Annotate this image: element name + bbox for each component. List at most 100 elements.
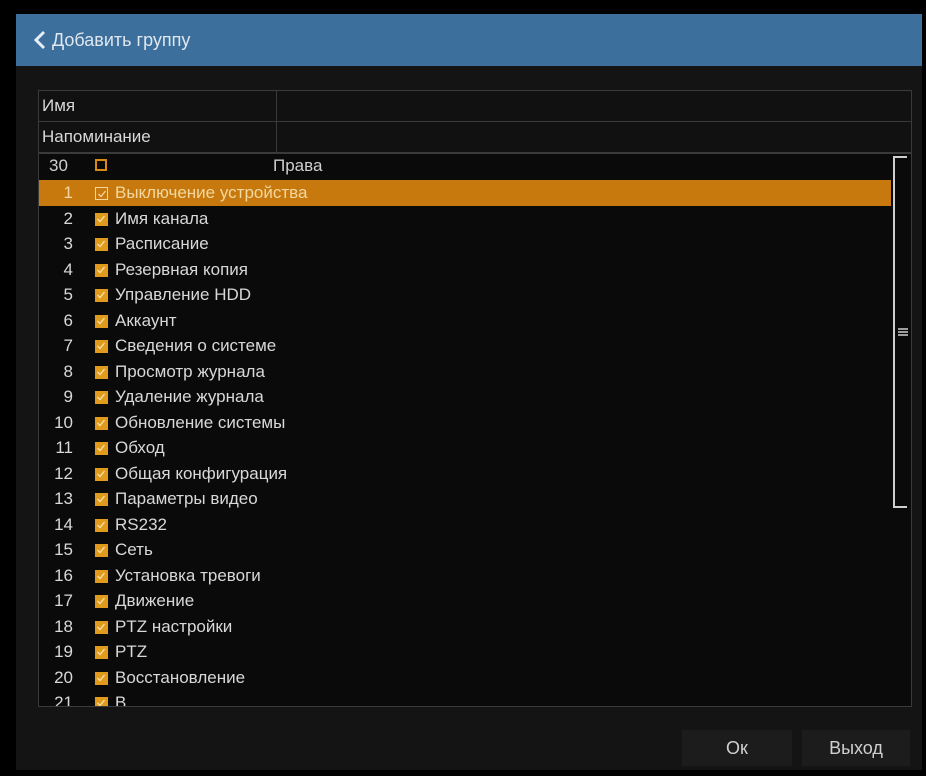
- check-icon: [97, 572, 106, 579]
- row-number: 15: [54, 540, 73, 559]
- permission-label: Имя канала: [115, 208, 209, 228]
- permission-row[interactable]: 17 Движение: [39, 588, 891, 614]
- permission-checkbox[interactable]: [95, 442, 108, 455]
- check-icon: [97, 597, 106, 605]
- permission-row[interactable]: 6 Аккаунт: [39, 308, 891, 334]
- name-field[interactable]: [277, 91, 911, 121]
- permission-row[interactable]: 20 Восстановление: [39, 665, 891, 691]
- check-icon: [97, 342, 106, 350]
- page-title: Добавить группу: [52, 29, 191, 50]
- permission-checkbox[interactable]: [95, 493, 108, 506]
- permission-row[interactable]: 3 Расписание: [39, 231, 891, 257]
- check-icon: [97, 266, 106, 273]
- row-number: 5: [63, 285, 73, 304]
- row-number: 2: [63, 208, 73, 228]
- permission-checkbox[interactable]: [95, 646, 108, 659]
- select-all-checkbox[interactable]: [95, 159, 107, 171]
- check-icon: [97, 240, 106, 248]
- permission-checkbox[interactable]: [95, 340, 108, 353]
- check-icon: [97, 470, 106, 477]
- permission-checkbox[interactable]: [95, 263, 108, 277]
- check-icon: [97, 674, 106, 681]
- permission-row[interactable]: 11 Обход: [39, 435, 891, 461]
- check-icon: [98, 190, 107, 198]
- permission-row[interactable]: 21 В: [39, 690, 891, 707]
- permission-checkbox[interactable]: [95, 289, 108, 302]
- check-icon: [97, 521, 106, 528]
- row-number: 9: [63, 387, 73, 406]
- permission-checkbox[interactable]: [95, 416, 108, 430]
- permission-row[interactable]: 10 Обновление системы: [39, 410, 891, 436]
- permission-checkbox[interactable]: [95, 518, 108, 532]
- row-number: 18: [54, 616, 73, 636]
- row-number: 8: [63, 361, 73, 381]
- permission-row[interactable]: 9 Удаление журнала: [39, 384, 891, 410]
- permission-row[interactable]: 8 Просмотр журнала: [39, 359, 891, 385]
- permission-label: Движение: [115, 591, 195, 610]
- permission-row[interactable]: 15 Сеть: [39, 537, 891, 563]
- row-number: 14: [54, 514, 73, 534]
- permission-row[interactable]: 18 PTZ настройки: [39, 614, 891, 640]
- name-label: Имя: [39, 91, 277, 121]
- row-number: 11: [55, 438, 73, 457]
- exit-button[interactable]: Выход: [802, 730, 910, 766]
- check-icon: [97, 699, 106, 706]
- permission-checkbox[interactable]: [95, 697, 108, 706]
- permission-checkbox[interactable]: [95, 391, 108, 404]
- permission-checkbox[interactable]: [95, 467, 108, 481]
- row-number: 6: [63, 310, 73, 330]
- dialog-panel: Имя Напоминание 30 Права 1 Выключение уст…: [16, 66, 922, 770]
- row-number: 12: [54, 463, 73, 483]
- permission-checkbox[interactable]: [95, 620, 108, 634]
- permission-checkbox[interactable]: [95, 187, 108, 200]
- permission-row[interactable]: 14 RS232: [39, 512, 891, 538]
- reminder-field[interactable]: [277, 122, 911, 152]
- permission-label: Удаление журнала: [115, 387, 264, 406]
- permission-row[interactable]: 1 Выключение устройства: [39, 180, 891, 206]
- permission-checkbox[interactable]: [95, 569, 108, 583]
- check-icon: [97, 444, 106, 452]
- row-number: 3: [63, 234, 73, 253]
- row-number: 20: [54, 667, 73, 687]
- check-icon: [97, 623, 106, 630]
- permission-row[interactable]: 2 Имя канала: [39, 206, 891, 232]
- back-button[interactable]: Добавить группу: [16, 30, 190, 51]
- permission-label: Резервная копия: [115, 259, 248, 279]
- row-number: 21: [54, 693, 73, 707]
- permission-label: Сведения о системе: [115, 336, 277, 355]
- check-icon: [97, 215, 106, 222]
- check-icon: [97, 291, 106, 299]
- permission-label: RS232: [115, 514, 167, 534]
- check-icon: [97, 419, 106, 426]
- title-bar: Добавить группу: [16, 14, 922, 66]
- check-icon: [97, 393, 106, 401]
- permission-row[interactable]: 4 Резервная копия: [39, 257, 891, 283]
- permission-checkbox[interactable]: [95, 212, 108, 226]
- permission-row[interactable]: 7 Сведения о системе: [39, 333, 891, 359]
- permission-label: Расписание: [115, 234, 209, 253]
- ok-button[interactable]: Ок: [682, 730, 792, 766]
- permissions-column-title: Права: [273, 156, 323, 175]
- permission-checkbox[interactable]: [95, 365, 108, 379]
- permission-checkbox[interactable]: [95, 544, 108, 557]
- permission-checkbox[interactable]: [95, 595, 108, 608]
- row-number: 16: [54, 565, 73, 585]
- permission-checkbox[interactable]: [95, 238, 108, 251]
- reminder-label: Напоминание: [39, 122, 277, 152]
- permission-row[interactable]: 19 PTZ: [39, 639, 891, 665]
- permission-row[interactable]: 5 Управление HDD: [39, 282, 891, 308]
- row-number: 1: [63, 183, 73, 202]
- permission-checkbox[interactable]: [95, 314, 108, 328]
- chevron-left-icon: [33, 30, 46, 50]
- permission-label: Восстановление: [115, 667, 246, 687]
- permission-checkbox[interactable]: [95, 671, 108, 685]
- permission-row[interactable]: 12 Общая конфигурация: [39, 461, 891, 487]
- scroll-grip-icon[interactable]: [897, 326, 909, 338]
- row-number: 17: [54, 591, 73, 610]
- permission-label: Параметры видео: [115, 489, 258, 508]
- permission-label: PTZ настройки: [115, 616, 233, 636]
- permission-label: Управление HDD: [115, 285, 252, 304]
- permission-row[interactable]: 16 Установка тревоги: [39, 563, 891, 589]
- permissions-count: 30: [49, 156, 68, 175]
- permission-row[interactable]: 13 Параметры видео: [39, 486, 891, 512]
